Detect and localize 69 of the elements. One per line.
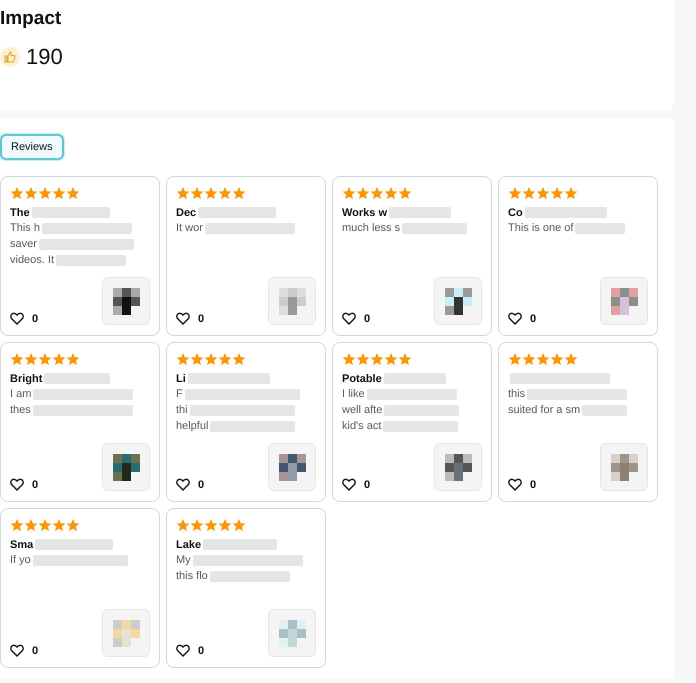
thumbs-up-icon: [0, 47, 20, 67]
review-text: well afte: [342, 404, 382, 416]
heart-icon[interactable]: [10, 312, 24, 325]
review-card[interactable]: Lake My this flo 0: [166, 508, 326, 668]
impact-count: 190: [26, 44, 63, 70]
review-card[interactable]: Dec It wor 0: [166, 176, 326, 336]
review-title: Dec: [176, 206, 196, 218]
review-title: Li: [176, 372, 186, 384]
review-card[interactable]: The This h saver videos. It 0: [0, 176, 160, 336]
review-title: The: [10, 206, 30, 218]
like-count: 0: [530, 312, 536, 324]
review-text: It wor: [176, 222, 203, 234]
review-title: Bright: [10, 372, 42, 384]
review-text: much less s: [342, 222, 400, 234]
review-text: helpful: [176, 420, 208, 432]
review-text: thi: [176, 404, 188, 416]
heart-icon[interactable]: [176, 644, 190, 657]
review-text: I like: [342, 388, 365, 400]
like-count: 0: [32, 312, 38, 324]
review-title: Sma: [10, 538, 34, 550]
like-count: 0: [530, 478, 536, 490]
review-text: If yo: [10, 554, 31, 566]
heart-icon[interactable]: [342, 478, 356, 491]
review-card[interactable]: Sma If yo 0: [0, 508, 160, 668]
review-card[interactable]: Li F thi helpful 0: [166, 342, 326, 502]
review-text: This h: [10, 222, 40, 234]
like-count: 0: [198, 644, 204, 656]
review-title: Potable: [342, 372, 382, 384]
section-title: Impact: [0, 8, 62, 30]
like-count: 0: [32, 478, 38, 490]
like-count: 0: [32, 644, 38, 656]
like-count: 0: [198, 312, 204, 324]
like-count: 0: [364, 312, 370, 324]
heart-icon[interactable]: [10, 478, 24, 491]
heart-icon[interactable]: [508, 312, 522, 325]
review-text: this: [508, 388, 526, 400]
reviews-tab[interactable]: Reviews: [0, 134, 64, 160]
review-text: I am: [10, 388, 32, 400]
review-text: thes: [10, 404, 31, 416]
heart-icon[interactable]: [342, 312, 356, 325]
blurred-text: [384, 373, 446, 384]
review-card[interactable]: Potable I like well afte kid's act 0: [332, 342, 492, 502]
heart-icon[interactable]: [176, 478, 190, 491]
heart-icon[interactable]: [10, 644, 24, 657]
review-title: Works w: [342, 206, 388, 218]
blurred-text: [56, 254, 126, 266]
blurred-text: [582, 404, 628, 416]
review-card[interactable]: Works w much less s 0: [332, 176, 492, 336]
blurred-text: [575, 222, 626, 234]
blurred-text: [389, 207, 452, 218]
review-text: F: [176, 388, 183, 400]
review-text: saver: [10, 238, 37, 250]
review-text: This is one of: [508, 222, 574, 234]
review-text: videos. It: [10, 254, 54, 266]
heart-icon[interactable]: [508, 478, 522, 491]
review-text: suited for a sm: [508, 404, 580, 416]
review-title: Lake: [176, 538, 202, 550]
review-card[interactable]: this suited for a sm 0: [498, 342, 658, 502]
review-text: My: [176, 554, 191, 566]
like-count: 0: [364, 478, 370, 490]
review-text: this flo: [176, 570, 208, 582]
blurred-text: [44, 373, 110, 384]
review-title: Co: [508, 206, 523, 218]
heart-icon[interactable]: [176, 312, 190, 325]
review-card[interactable]: Co This is one of 0: [498, 176, 658, 336]
review-card[interactable]: Bright I am thes 0: [0, 342, 160, 502]
review-text: kid's act: [342, 420, 382, 432]
like-count: 0: [198, 478, 204, 490]
blurred-text: [402, 222, 468, 234]
